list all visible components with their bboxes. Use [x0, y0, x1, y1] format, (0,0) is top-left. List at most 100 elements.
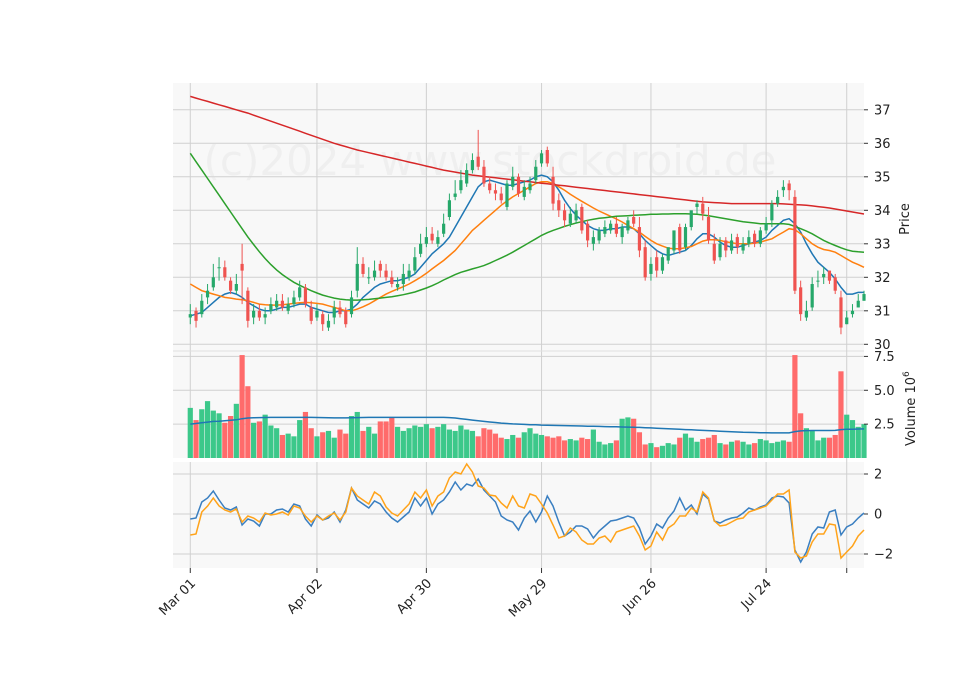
volume-axis-tick-label: 2.5: [874, 418, 895, 433]
candle-body: [574, 210, 578, 221]
volume-bar: [325, 430, 332, 458]
volume-axis-tick-label: 7.5: [874, 350, 895, 365]
candle-body: [188, 314, 192, 318]
volume-bar: [210, 410, 216, 458]
candle-body: [516, 176, 521, 194]
candle-body: [269, 304, 273, 311]
volume-bar: [832, 434, 838, 458]
oscillator-panel-bg: [173, 462, 864, 568]
volume-bar: [268, 425, 274, 458]
price-axis-tick-label: 37: [874, 103, 891, 118]
volume-bar: [780, 440, 786, 458]
volume-bar: [734, 440, 740, 458]
x-axis-tick-label: Apr 30: [394, 576, 435, 617]
volume-bar: [849, 420, 856, 458]
candle-body: [401, 273, 405, 284]
candle-body: [580, 206, 584, 231]
candle-body: [194, 310, 198, 321]
volume-bar: [469, 430, 476, 458]
volume-bar: [538, 434, 545, 458]
candle-body: [603, 227, 607, 234]
candle-body: [505, 183, 509, 207]
candle-body: [384, 270, 388, 278]
candle-body: [839, 297, 843, 328]
candle-body: [419, 243, 423, 254]
volume-bar: [625, 417, 631, 458]
candle-body: [442, 223, 446, 234]
oscillator-axis-tick-label: 2: [874, 468, 882, 483]
volume-bar: [815, 440, 821, 458]
volume-bar: [389, 417, 395, 458]
candle-body: [338, 307, 342, 315]
volume-bar: [222, 422, 228, 458]
volume-bar: [366, 426, 372, 458]
volume-bar: [757, 439, 763, 458]
volume-bar: [786, 441, 792, 458]
candle-body: [413, 257, 417, 271]
volume-bar: [803, 428, 810, 458]
volume-bar: [585, 439, 591, 458]
volume-bar: [533, 433, 539, 458]
candle-body: [378, 263, 382, 271]
volume-bar: [826, 437, 833, 458]
candle-body: [695, 203, 699, 207]
volume-bar: [314, 436, 320, 458]
x-axis-tick-label: Apr 02: [285, 576, 326, 617]
volume-bar: [550, 437, 556, 458]
volume-bar: [423, 424, 429, 458]
candle-body: [200, 300, 204, 315]
candle-body: [539, 153, 544, 164]
volume-bar: [343, 433, 349, 458]
volume-bar: [792, 355, 798, 458]
candle-body: [724, 240, 728, 251]
volume-bar: [199, 409, 205, 458]
candle-body: [833, 277, 837, 291]
candle-body: [252, 310, 256, 318]
candle-body: [205, 290, 210, 298]
candle-body: [712, 243, 716, 261]
candle-body: [586, 223, 590, 241]
candle-body: [286, 304, 290, 311]
candle-body: [632, 217, 636, 224]
candle-body: [741, 243, 745, 251]
volume-bar: [700, 439, 706, 458]
candle-body: [850, 310, 855, 315]
candle-body: [511, 176, 515, 187]
candle-body: [223, 267, 227, 278]
volume-bar: [855, 426, 861, 458]
volume-bar: [602, 444, 608, 458]
candle-body: [609, 223, 613, 231]
volume-bar: [723, 444, 729, 458]
oscillator-axis-tick-label: −2: [874, 548, 893, 563]
volume-bar: [435, 426, 441, 458]
volume-bar: [446, 429, 452, 458]
volume-bar: [204, 401, 211, 458]
candle-body: [315, 310, 319, 318]
volume-bar: [418, 426, 424, 458]
candle-body: [447, 200, 451, 217]
volume-bar: [274, 428, 280, 458]
candle-body: [240, 263, 244, 271]
volume-bar: [475, 436, 481, 458]
volume-bar: [619, 418, 625, 458]
candle-body: [367, 277, 371, 279]
candle-body: [217, 267, 221, 269]
candle-body: [372, 270, 377, 278]
candle-body: [689, 210, 693, 228]
volume-bar: [728, 441, 735, 458]
volume-bar: [654, 447, 660, 458]
candle-body: [764, 223, 768, 231]
candle-body: [614, 223, 618, 234]
volume-bar: [377, 421, 383, 458]
candle-body: [488, 183, 492, 191]
volume-bar: [504, 439, 510, 458]
volume-bar: [705, 437, 712, 458]
candle-body: [678, 227, 682, 251]
candle-body: [672, 230, 676, 251]
volume-bar: [769, 443, 775, 458]
volume-bar: [642, 444, 648, 458]
volume-bar: [659, 445, 666, 458]
volume-bar: [636, 432, 643, 458]
volume-bar: [844, 414, 850, 458]
candle-body: [407, 270, 411, 278]
